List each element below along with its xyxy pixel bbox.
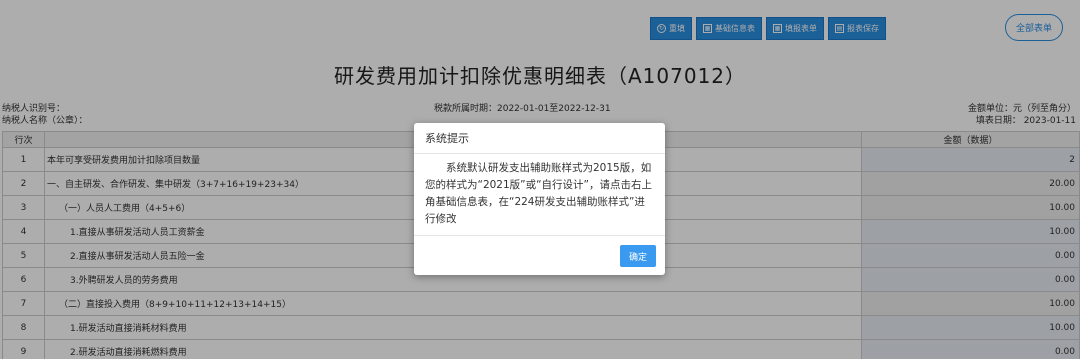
ok-button[interactable]: 确定	[620, 245, 656, 267]
form-page: ↻ 重填 ▦ 基础信息表 ▦ 填报表单 ▤ 报表保存 全部表单 研发费用加计扣除…	[0, 0, 1080, 359]
dialog-message-text: 系统默认研发支出辅助账样式为2015版，如您的样式为“2021版”或“自行设计”…	[425, 162, 652, 225]
dialog-message: 系统默认研发支出辅助账样式为2015版，如您的样式为“2021版”或“自行设计”…	[414, 154, 665, 236]
dialog-title: 系统提示	[414, 123, 665, 154]
system-prompt-dialog: 系统提示 系统默认研发支出辅助账样式为2015版，如您的样式为“2021版”或“…	[414, 123, 665, 275]
